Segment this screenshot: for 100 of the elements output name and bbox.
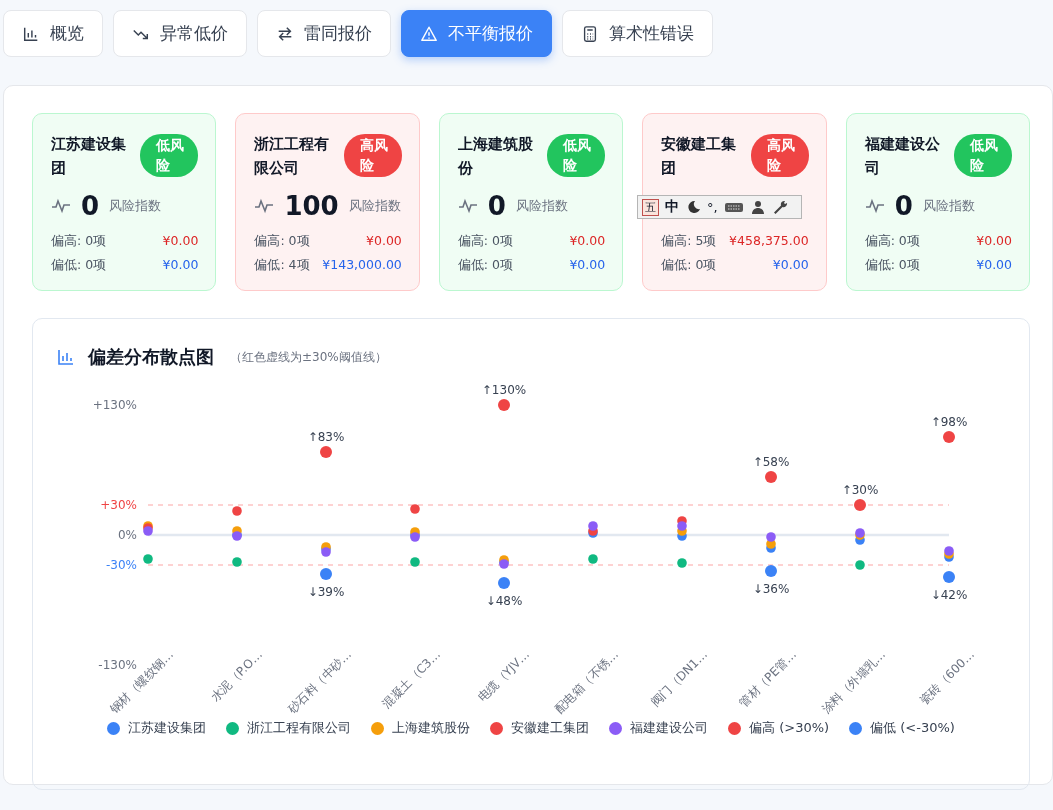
legend-label: 偏高 (>30%) bbox=[749, 719, 830, 737]
data-label: ↑58% bbox=[752, 455, 790, 469]
score-label: 风险指数 bbox=[515, 197, 568, 215]
data-label: ↓36% bbox=[752, 582, 790, 596]
high-count: 偏高: 0项 bbox=[457, 233, 513, 250]
tab[interactable]: 概览 bbox=[3, 10, 103, 57]
data-point bbox=[320, 568, 332, 580]
x-axis-label: 配电箱（不锈… bbox=[551, 647, 622, 717]
data-label: ↑30% bbox=[841, 483, 879, 497]
user-icon[interactable] bbox=[749, 199, 766, 215]
x-axis-label: 涂料（外墙乳… bbox=[818, 647, 889, 717]
company-name: 上海建筑股份 bbox=[457, 135, 534, 178]
data-label: ↓39% bbox=[307, 585, 345, 599]
legend-label: 上海建筑股份 bbox=[392, 719, 471, 737]
low-amount: ¥0.00 bbox=[976, 257, 1013, 274]
data-point bbox=[498, 577, 510, 589]
data-point bbox=[943, 431, 955, 443]
data-label: ↑83% bbox=[307, 430, 345, 444]
tab[interactable]: 算术性错误 bbox=[562, 10, 713, 57]
risk-badge: 高风险 bbox=[750, 134, 809, 177]
data-point bbox=[321, 547, 331, 557]
data-point bbox=[677, 521, 687, 531]
data-point bbox=[766, 532, 776, 542]
low-count: 偏低: 0项 bbox=[661, 257, 717, 274]
data-point bbox=[143, 554, 153, 564]
data-point bbox=[410, 557, 420, 567]
high-count: 偏高: 0项 bbox=[254, 233, 310, 250]
y-axis-label: -30% bbox=[106, 558, 137, 572]
tab[interactable]: 异常低价 bbox=[113, 10, 247, 57]
high-amount: ¥458,375.00 bbox=[729, 233, 809, 250]
ime-mode[interactable]: 五 bbox=[642, 198, 659, 216]
risk-badge: 高风险 bbox=[343, 134, 402, 177]
data-point bbox=[855, 560, 865, 570]
data-point bbox=[588, 554, 598, 564]
data-point bbox=[588, 521, 598, 531]
data-label: ↓48% bbox=[485, 594, 523, 608]
low-count: 偏低: 0项 bbox=[457, 257, 513, 274]
low-amount: ¥143,000.00 bbox=[322, 257, 402, 274]
legend-label: 福建建设公司 bbox=[630, 719, 709, 737]
risk-badge: 低风险 bbox=[140, 134, 199, 177]
data-point bbox=[410, 504, 420, 514]
data-label: ↓42% bbox=[930, 588, 968, 602]
data-label: ↑130% bbox=[481, 383, 527, 397]
x-axis-label: 管材（PE管… bbox=[736, 647, 800, 711]
risk-score: 0 bbox=[81, 191, 100, 221]
calculator-icon bbox=[581, 24, 599, 43]
high-amount: ¥0.00 bbox=[569, 233, 606, 250]
data-point bbox=[232, 506, 242, 516]
low-amount: ¥0.00 bbox=[569, 257, 606, 274]
y-axis-label: +130% bbox=[92, 398, 137, 412]
legend-label: 安徽建工集团 bbox=[511, 719, 590, 737]
low-amount: ¥0.00 bbox=[772, 257, 809, 274]
ime-punctuation[interactable]: °, bbox=[707, 199, 718, 215]
high-amount: ¥0.00 bbox=[976, 233, 1013, 250]
low-count: 偏低: 4项 bbox=[254, 257, 310, 274]
risk-score: 100 bbox=[284, 191, 339, 221]
data-point bbox=[498, 399, 510, 411]
data-point bbox=[410, 532, 420, 542]
company-name: 安徽建工集团 bbox=[661, 135, 738, 178]
y-axis-label: +30% bbox=[100, 498, 137, 512]
tab[interactable]: 不平衡报价 bbox=[401, 10, 552, 57]
ime-language[interactable]: 中 bbox=[665, 198, 679, 216]
x-axis-label: 砂石料（中砂… bbox=[284, 647, 355, 717]
high-amount: ¥0.00 bbox=[162, 233, 199, 250]
score-label: 风险指数 bbox=[922, 197, 975, 215]
high-count: 偏高: 0项 bbox=[864, 233, 920, 250]
data-point bbox=[320, 446, 332, 458]
chart-title: 偏差分布散点图 bbox=[88, 345, 214, 369]
moon-icon[interactable] bbox=[685, 199, 701, 215]
legend-label: 偏低 (<-30%) bbox=[870, 719, 955, 737]
settings-icon[interactable] bbox=[771, 199, 788, 215]
tab[interactable]: 雷同报价 bbox=[257, 10, 391, 57]
x-axis-label: 混凝土（C3… bbox=[379, 647, 444, 711]
score-label: 风险指数 bbox=[109, 197, 162, 215]
y-axis-label: 0% bbox=[117, 528, 137, 542]
legend-label: 浙江工程有限公司 bbox=[247, 719, 352, 737]
high-amount: ¥0.00 bbox=[366, 233, 402, 250]
x-axis-label: 电缆（YJV… bbox=[474, 647, 533, 705]
company-name: 江苏建设集团 bbox=[51, 135, 127, 178]
bar-chart-icon bbox=[56, 347, 76, 367]
warning-icon bbox=[420, 24, 438, 43]
data-point bbox=[677, 558, 687, 568]
risk-score: 0 bbox=[894, 191, 913, 221]
risk-badge: 低风险 bbox=[954, 134, 1013, 177]
legend-label: 江苏建设集团 bbox=[128, 719, 207, 737]
data-point bbox=[943, 571, 955, 583]
swap-arrows-icon bbox=[276, 24, 294, 43]
company-name: 福建建设公司 bbox=[864, 135, 941, 178]
data-point bbox=[232, 557, 242, 567]
low-amount: ¥0.00 bbox=[162, 257, 199, 274]
data-point bbox=[854, 499, 866, 511]
company-name: 浙江工程有限公司 bbox=[254, 135, 331, 178]
data-point bbox=[232, 531, 242, 541]
data-point bbox=[499, 559, 509, 569]
high-count: 偏高: 0项 bbox=[51, 233, 107, 250]
score-label: 风险指数 bbox=[348, 197, 401, 215]
data-label: ↑98% bbox=[930, 415, 968, 429]
risk-score: 0 bbox=[487, 191, 506, 221]
y-axis-label: -130% bbox=[98, 658, 137, 672]
data-point bbox=[765, 565, 777, 577]
